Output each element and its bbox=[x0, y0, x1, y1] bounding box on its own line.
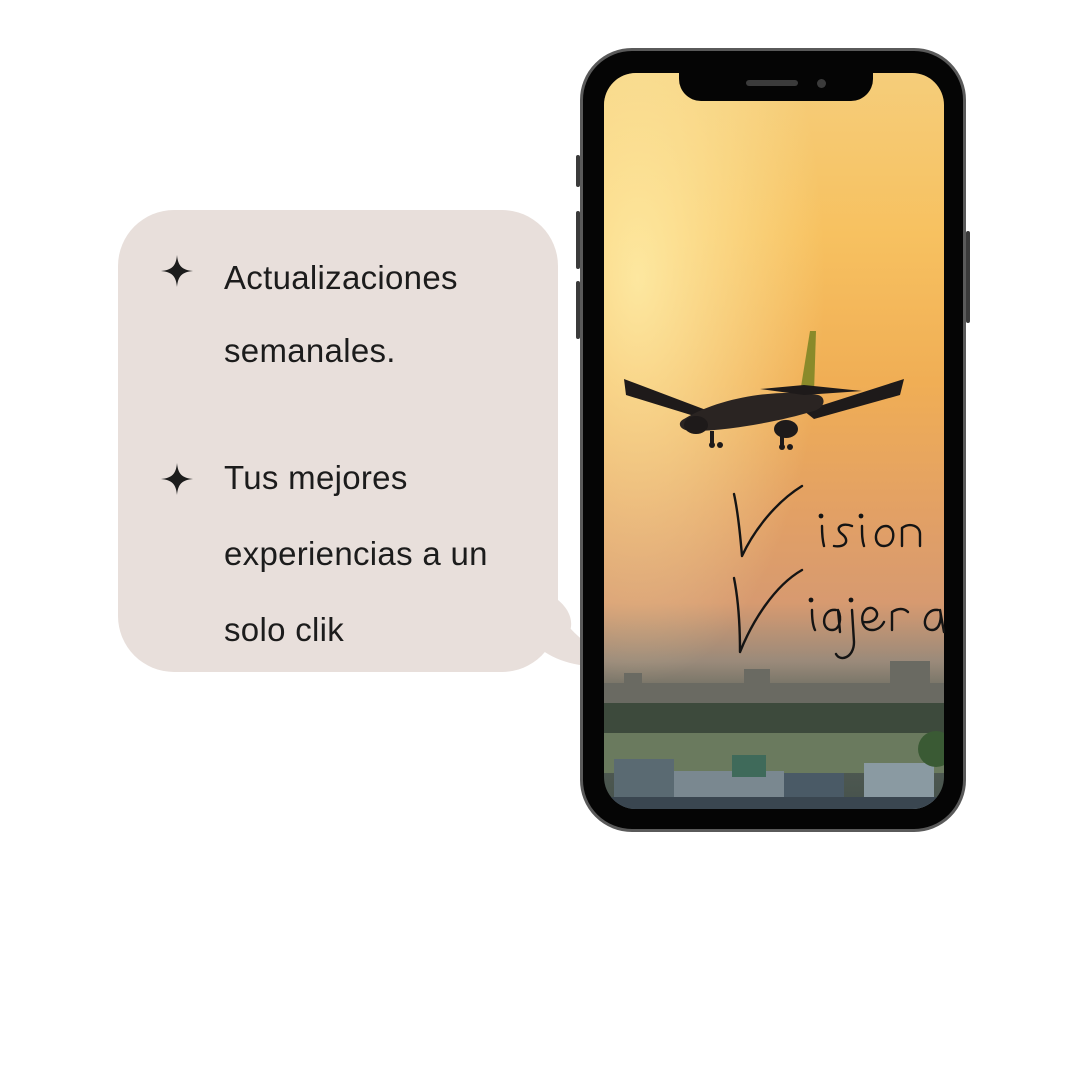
phone-mute-switch bbox=[576, 155, 580, 187]
phone-volume-down-button bbox=[576, 281, 580, 339]
feature-text-line: solo clik bbox=[224, 611, 345, 648]
phone-front-camera bbox=[817, 79, 826, 88]
sparkle-star-icon bbox=[161, 255, 193, 287]
tree-line bbox=[604, 703, 944, 733]
sparkle-star-icon bbox=[161, 463, 193, 495]
vision-viajera-logo bbox=[732, 484, 946, 660]
phone-notch bbox=[679, 71, 873, 101]
phone-power-button bbox=[966, 231, 970, 323]
feature-text-line: Actualizaciones bbox=[224, 259, 458, 296]
feature-text-line: experiencias a un bbox=[224, 535, 488, 572]
phone-screen bbox=[604, 73, 944, 809]
feature-text-line: semanales. bbox=[224, 332, 396, 369]
feature-text-line: Tus mejores bbox=[224, 459, 408, 496]
phone-speaker bbox=[746, 80, 798, 86]
sunset-airplane-photo bbox=[604, 73, 944, 809]
speech-bubble: Actualizaciones semanales. Tus mejores e… bbox=[118, 210, 558, 672]
phone-mockup bbox=[576, 48, 970, 832]
phone-volume-up-button bbox=[576, 211, 580, 269]
